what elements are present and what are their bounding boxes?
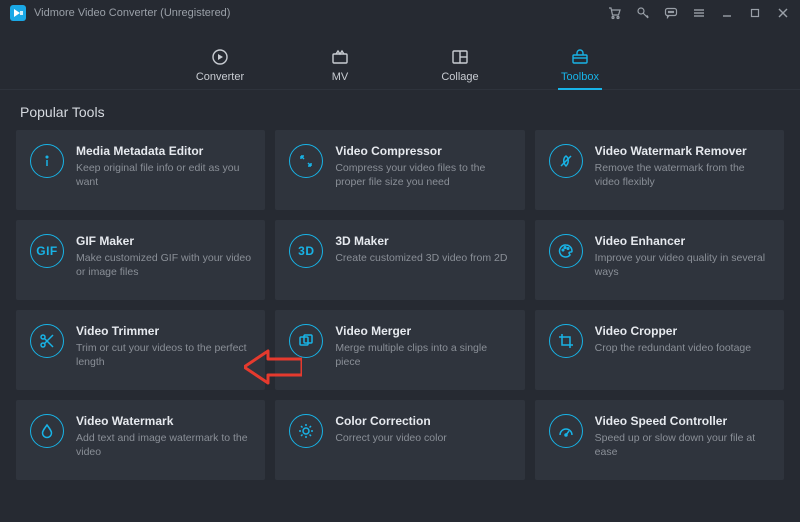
sun-icon — [289, 414, 323, 448]
tool-gif-maker[interactable]: GIF GIF Maker Make customized GIF with y… — [16, 220, 265, 300]
maximize-button[interactable] — [748, 6, 762, 20]
nav-toolbox[interactable]: Toolbox — [550, 47, 610, 89]
feedback-icon[interactable] — [664, 6, 678, 20]
app-title: Vidmore Video Converter (Unregistered) — [34, 7, 230, 19]
tool-video-trimmer[interactable]: Video Trimmer Trim or cut your videos to… — [16, 310, 265, 390]
titlebar-controls — [608, 6, 790, 20]
nav-label: Converter — [196, 71, 244, 83]
tool-title: Video Speed Controller — [595, 414, 770, 428]
menu-icon[interactable] — [692, 6, 706, 20]
section-heading: Popular Tools — [0, 90, 800, 130]
tool-title: GIF Maker — [76, 234, 251, 248]
tool-desc: Compress your video files to the proper … — [335, 161, 510, 189]
tool-title: Video Merger — [335, 324, 510, 338]
nav-converter[interactable]: Converter — [190, 47, 250, 89]
3d-icon: 3D — [289, 234, 323, 268]
nav-label: Collage — [441, 71, 478, 83]
tool-3d-maker[interactable]: 3D 3D Maker Create customized 3D video f… — [275, 220, 524, 300]
app-logo-icon — [10, 5, 26, 21]
crop-icon — [549, 324, 583, 358]
tool-video-compressor[interactable]: Video Compressor Compress your video fil… — [275, 130, 524, 210]
tool-media-metadata-editor[interactable]: Media Metadata Editor Keep original file… — [16, 130, 265, 210]
droplet-icon — [30, 414, 64, 448]
minimize-button[interactable] — [720, 6, 734, 20]
nav-label: Toolbox — [561, 71, 599, 83]
tool-video-watermark[interactable]: Video Watermark Add text and image water… — [16, 400, 265, 480]
tool-video-merger[interactable]: Video Merger Merge multiple clips into a… — [275, 310, 524, 390]
tool-title: Video Watermark Remover — [595, 144, 770, 158]
tool-title: Video Trimmer — [76, 324, 251, 338]
tool-desc: Merge multiple clips into a single piece — [335, 341, 510, 369]
merge-icon — [289, 324, 323, 358]
tool-desc: Keep original file info or edit as you w… — [76, 161, 251, 189]
tool-title: Color Correction — [335, 414, 510, 428]
palette-icon — [549, 234, 583, 268]
tool-title: 3D Maker — [335, 234, 510, 248]
tool-title: Video Compressor — [335, 144, 510, 158]
cart-icon[interactable] — [608, 6, 622, 20]
tool-desc: Correct your video color — [335, 431, 510, 445]
main-nav: Converter MV Collage Toolbox — [0, 26, 800, 90]
converter-icon — [210, 47, 230, 67]
tool-title: Video Enhancer — [595, 234, 770, 248]
nav-mv[interactable]: MV — [310, 47, 370, 89]
gif-icon: GIF — [30, 234, 64, 268]
mv-icon — [330, 47, 350, 67]
tool-desc: Make customized GIF with your video or i… — [76, 251, 251, 279]
tool-desc: Improve your video quality in several wa… — [595, 251, 770, 279]
key-icon[interactable] — [636, 6, 650, 20]
nav-label: MV — [332, 71, 349, 83]
info-icon — [30, 144, 64, 178]
tool-desc: Add text and image watermark to the vide… — [76, 431, 251, 459]
close-button[interactable] — [776, 6, 790, 20]
tools-grid: Media Metadata Editor Keep original file… — [0, 130, 800, 496]
toolbox-icon — [570, 47, 590, 67]
tool-desc: Speed up or slow down your file at ease — [595, 431, 770, 459]
tool-video-speed-controller[interactable]: Video Speed Controller Speed up or slow … — [535, 400, 784, 480]
tool-title: Video Watermark — [76, 414, 251, 428]
tool-title: Media Metadata Editor — [76, 144, 251, 158]
tool-desc: Remove the watermark from the video flex… — [595, 161, 770, 189]
collage-icon — [450, 47, 470, 67]
gauge-icon — [549, 414, 583, 448]
tool-video-cropper[interactable]: Video Cropper Crop the redundant video f… — [535, 310, 784, 390]
compress-icon — [289, 144, 323, 178]
title-bar: Vidmore Video Converter (Unregistered) — [0, 0, 800, 26]
nav-collage[interactable]: Collage — [430, 47, 490, 89]
tool-desc: Trim or cut your videos to the perfect l… — [76, 341, 251, 369]
remove-watermark-icon — [549, 144, 583, 178]
scissors-icon — [30, 324, 64, 358]
tool-title: Video Cropper — [595, 324, 770, 338]
tool-desc: Create customized 3D video from 2D — [335, 251, 510, 265]
tool-color-correction[interactable]: Color Correction Correct your video colo… — [275, 400, 524, 480]
tool-video-watermark-remover[interactable]: Video Watermark Remover Remove the water… — [535, 130, 784, 210]
tool-desc: Crop the redundant video footage — [595, 341, 770, 355]
tool-video-enhancer[interactable]: Video Enhancer Improve your video qualit… — [535, 220, 784, 300]
